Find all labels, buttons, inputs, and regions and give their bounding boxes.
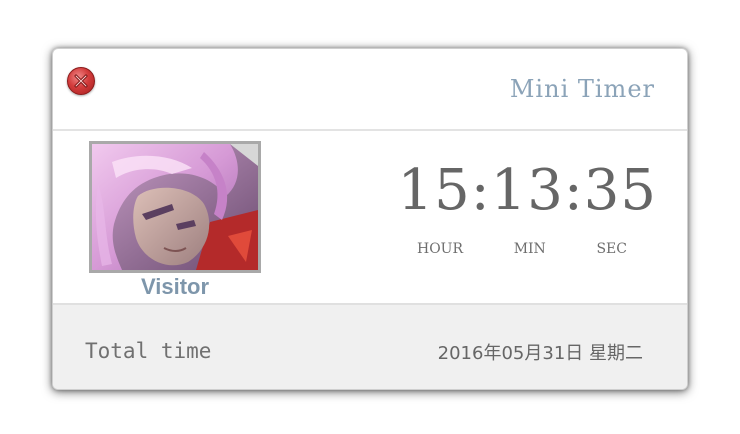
close-icon bbox=[74, 74, 88, 88]
total-time-label: Total time bbox=[85, 339, 212, 363]
date-display: 2016年05月31日 星期二 bbox=[437, 343, 643, 364]
avatar bbox=[89, 141, 261, 273]
minute-label: MIN bbox=[513, 241, 546, 257]
second-label: SEC bbox=[596, 241, 627, 257]
mini-timer-window: Mini Timer Visitor 15:13:35 HOUR MIN SEC… bbox=[52, 48, 688, 390]
clock-labels: HOUR MIN SEC bbox=[417, 241, 627, 257]
username-label: Visitor bbox=[140, 274, 210, 299]
close-button[interactable] bbox=[67, 67, 95, 95]
hour-label: HOUR bbox=[417, 241, 464, 257]
avatar-image bbox=[92, 144, 258, 270]
app-title: Mini Timer bbox=[509, 75, 655, 103]
window-header: Mini Timer bbox=[53, 49, 687, 131]
clock-display: 15:13:35 bbox=[397, 158, 657, 223]
window-footer: Total time 2016年05月31日 星期二 bbox=[53, 303, 687, 389]
main-content: Visitor 15:13:35 HOUR MIN SEC bbox=[53, 131, 687, 303]
